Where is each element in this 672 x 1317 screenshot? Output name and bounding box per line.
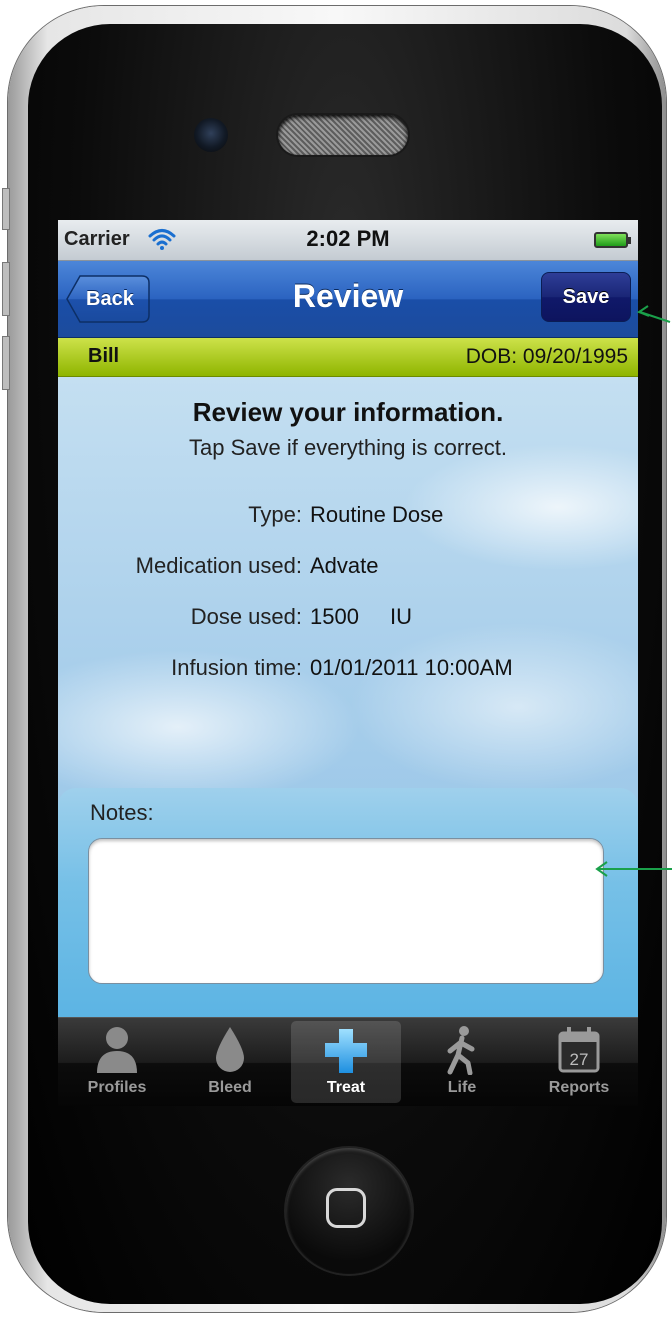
earpiece-speaker [278, 115, 408, 155]
status-time: 2:02 PM [306, 226, 390, 251]
calendar-icon-day: 27 [570, 1050, 589, 1069]
tab-reports[interactable]: 27 Reports [524, 1021, 634, 1103]
type-value: Routine Dose [310, 502, 444, 527]
review-heading: Review your information. [192, 397, 504, 427]
volume-up-button [2, 262, 10, 316]
infusion-time-label: Infusion time: [171, 655, 302, 680]
review-subheading: Tap Save if everything is correct. [189, 435, 507, 460]
battery-icon [594, 232, 628, 248]
status-bar: Carrier 2:02 PM [58, 220, 638, 261]
notes-input[interactable] [88, 838, 604, 984]
annotation-arrow-notes [595, 861, 672, 877]
front-camera [194, 118, 228, 152]
patient-dob: DOB: 09/20/1995 [465, 345, 628, 368]
battery-tip [628, 237, 631, 244]
person-icon [97, 1027, 137, 1073]
type-label: Type: [248, 502, 302, 527]
dose-value: 1500 [310, 604, 359, 629]
notes-label: Notes: [90, 800, 154, 825]
tab-treat-label: Treat [326, 1079, 366, 1096]
mute-switch [2, 188, 10, 230]
medication-label: Medication used: [135, 553, 302, 578]
annotation-arrow-save [636, 305, 671, 323]
tab-profiles[interactable]: Profiles [62, 1021, 172, 1103]
tab-bar: Profiles Bleed Treat Life 27 Reports [58, 1017, 638, 1106]
home-button[interactable] [286, 1148, 412, 1274]
patient-bar: Bill DOB: 09/20/1995 [58, 338, 638, 377]
type-row: Type: Routine Dose [58, 502, 638, 532]
tab-bleed-label: Bleed [208, 1079, 252, 1096]
volume-down-button [2, 336, 10, 390]
tab-profiles-label: Profiles [87, 1079, 147, 1096]
tab-life-label: Life [447, 1079, 477, 1096]
infusion-time-row: Infusion time: 01/01/2011 10:00AM [58, 655, 638, 685]
calendar-icon: 27 [558, 1027, 600, 1073]
cross-icon [325, 1029, 367, 1073]
walking-person-icon [447, 1026, 475, 1075]
home-button-icon [326, 1188, 366, 1228]
infusion-time-value: 01/01/2011 10:00AM [310, 655, 513, 680]
tab-treat[interactable]: Treat [291, 1021, 401, 1103]
dose-row: Dose used: 1500 IU [58, 604, 638, 634]
tab-bleed[interactable]: Bleed [175, 1021, 285, 1103]
dose-unit: IU [390, 604, 412, 629]
notes-panel: Notes: [58, 788, 638, 1028]
tab-life[interactable]: Life [407, 1021, 517, 1103]
medication-value: Advate [310, 553, 379, 578]
navigation-bar: Back Review Save [58, 261, 638, 338]
dose-label: Dose used: [190, 604, 302, 629]
patient-name: Bill [88, 345, 120, 367]
tab-reports-label: Reports [548, 1079, 610, 1096]
medication-row: Medication used: Advate [58, 553, 638, 583]
save-button[interactable]: Save [541, 272, 631, 322]
phone-screen: Carrier 2:02 PM Back Review Save Bill DO… [58, 220, 638, 1106]
drop-icon [216, 1027, 244, 1072]
